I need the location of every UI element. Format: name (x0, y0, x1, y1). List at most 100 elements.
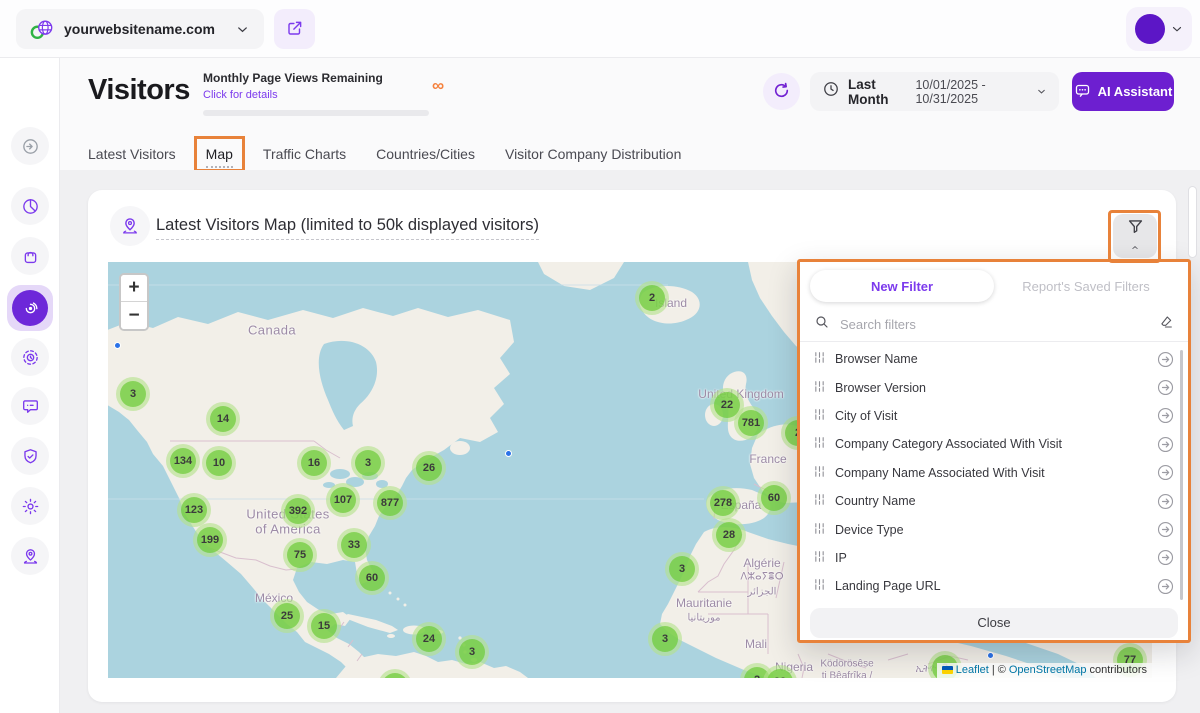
arrow-circle-right-icon[interactable] (1157, 549, 1174, 566)
tab-saved-filters[interactable]: Report's Saved Filters (994, 270, 1178, 302)
eraser-icon[interactable] (1158, 314, 1174, 335)
attribution-separator: | © (992, 664, 1006, 676)
filter-item-company-name-associated-with-visit[interactable]: Company Name Associated With Visit (800, 459, 1188, 487)
sidebar-item-feedback[interactable] (11, 387, 49, 425)
zoom-in-button[interactable]: + (121, 275, 147, 302)
arrow-circle-right-icon[interactable] (1157, 493, 1174, 510)
ai-assistant-button[interactable]: AI Assistant (1072, 72, 1174, 111)
map-cluster-marker[interactable]: 781 (734, 406, 768, 440)
map-cluster-marker[interactable]: 877 (373, 486, 407, 520)
cluster-count: 33 (341, 532, 367, 558)
tab-countries-cities[interactable]: Countries/Cities (374, 146, 477, 162)
map-cluster-marker[interactable]: 60 (757, 481, 791, 515)
period-label: Last Month (848, 77, 907, 107)
map-cluster-marker[interactable]: 3 (665, 552, 699, 586)
filter-panel-scrollbar[interactable] (1180, 350, 1183, 600)
filter-item-company-category-associated-with-visit[interactable]: Company Category Associated With Visit (800, 430, 1188, 458)
map-cluster-marker[interactable]: 25 (270, 599, 304, 633)
period-range: 10/01/2025 - 10/31/2025 (915, 78, 1028, 106)
page: yourwebsitename.com (0, 0, 1200, 713)
pin-person-icon (21, 547, 40, 566)
sidebar-item-visitors[interactable] (7, 285, 53, 331)
map-cluster-marker[interactable]: 2 (635, 281, 669, 315)
page-scrollbar[interactable] (1188, 186, 1197, 258)
sidebar-item-ecommerce[interactable] (11, 237, 49, 275)
sidebar-item-get-started[interactable] (11, 127, 49, 165)
map-cluster-marker[interactable]: 134 (166, 444, 200, 478)
filter-item-ip[interactable]: IP (800, 544, 1188, 572)
arrow-circle-right-icon[interactable] (1157, 407, 1174, 424)
map-location-dot (987, 652, 994, 659)
map-cluster-marker[interactable]: 14 (206, 402, 240, 436)
arrow-circle-right-icon[interactable] (1157, 351, 1174, 368)
sidebar-item-dashboard[interactable] (11, 187, 49, 225)
search-icon (814, 314, 830, 335)
tab-label: Traffic Charts (263, 146, 346, 162)
tab-latest-visitors[interactable]: Latest Visitors (86, 146, 178, 162)
close-button[interactable]: Close (810, 608, 1178, 638)
map-cluster-marker[interactable]: 10 (202, 446, 236, 480)
map-cluster-marker[interactable]: 199 (193, 523, 227, 557)
sidebar-item-privacy[interactable] (11, 437, 49, 475)
map-cluster-marker[interactable]: 123 (177, 493, 211, 527)
map-cluster-marker[interactable]: 392 (281, 494, 315, 528)
account-menu[interactable] (1126, 7, 1192, 51)
arrow-circle-right-icon[interactable] (1157, 436, 1174, 453)
map-cluster-marker[interactable]: 60 (355, 561, 389, 595)
sidebar-item-sessions[interactable] (11, 338, 49, 376)
tab-map[interactable]: Map (204, 146, 235, 162)
filter-item-browser-version[interactable]: Browser Version (800, 373, 1188, 401)
sidebar-item-settings[interactable] (11, 487, 49, 525)
avatar (1135, 14, 1165, 44)
cluster-count: 25 (274, 603, 300, 629)
chevron-down-icon (1036, 86, 1047, 97)
arrow-circle-right-icon[interactable] (1157, 521, 1174, 538)
filter-item-city-of-visit[interactable]: City of Visit (800, 402, 1188, 430)
cluster-count: 278 (710, 490, 736, 516)
tab-visitor-company-distribution[interactable]: Visitor Company Distribution (503, 146, 683, 162)
website-globe-icon (30, 19, 54, 40)
arrow-circle-right-icon[interactable] (1157, 464, 1174, 481)
map-cluster-marker[interactable]: 28 (712, 518, 746, 552)
refresh-button[interactable] (763, 73, 800, 110)
map-cluster-marker[interactable]: 3 (351, 446, 385, 480)
map-cluster-marker[interactable]: 278 (706, 486, 740, 520)
open-website-button[interactable] (274, 9, 315, 49)
map-zoom-control: + − (119, 273, 149, 331)
sliders-icon (814, 492, 825, 510)
arrow-circle-right-icon[interactable] (1157, 379, 1174, 396)
map-cluster-marker[interactable]: 16 (297, 446, 331, 480)
tab-new-filter[interactable]: New Filter (810, 270, 994, 302)
map-cluster-marker[interactable]: 3 (455, 635, 489, 669)
map-cluster-marker[interactable]: 75 (283, 538, 317, 572)
cluster-count: 877 (377, 490, 403, 516)
filter-item-landing-page-url[interactable]: Landing Page URL (800, 572, 1188, 600)
filter-item-device-type[interactable]: Device Type (800, 515, 1188, 543)
map-cluster-marker[interactable]: 3 (116, 377, 150, 411)
arrow-circle-right-icon[interactable] (1157, 578, 1174, 595)
map-cluster-marker[interactable]: 26 (412, 451, 446, 485)
filter-item-browser-name[interactable]: Browser Name (800, 345, 1188, 373)
filter-item-label: Country Name (835, 494, 916, 508)
zoom-out-button[interactable]: − (121, 302, 147, 329)
cluster-count: 60 (359, 565, 385, 591)
map-cluster-marker[interactable]: 3 (648, 622, 682, 656)
attribution-suffix: contributors (1090, 664, 1147, 676)
map-cluster-marker[interactable]: 33 (337, 528, 371, 562)
date-range-picker[interactable]: Last Month 10/01/2025 - 10/31/2025 (810, 72, 1059, 111)
search-filters-input[interactable] (840, 317, 1148, 332)
filter-item-country-name[interactable]: Country Name (800, 487, 1188, 515)
map-cluster-marker[interactable]: 107 (326, 483, 360, 517)
cluster-count: 14 (210, 406, 236, 432)
sidebar-item-locations[interactable] (11, 537, 49, 575)
map-cluster-marker[interactable]: 24 (412, 622, 446, 656)
openstreetmap-link[interactable]: OpenStreetMap (1009, 664, 1087, 676)
website-selector[interactable]: yourwebsitename.com (16, 9, 264, 49)
funnel-icon (1126, 217, 1145, 239)
map-cluster-marker[interactable]: 15 (307, 609, 341, 643)
tab-traffic-charts[interactable]: Traffic Charts (261, 146, 348, 162)
leaflet-link[interactable]: Leaflet (956, 664, 989, 676)
cluster-count: 3 (652, 626, 678, 652)
filter-button[interactable] (1113, 214, 1157, 258)
quota-details-link[interactable]: Click for details (203, 89, 278, 101)
